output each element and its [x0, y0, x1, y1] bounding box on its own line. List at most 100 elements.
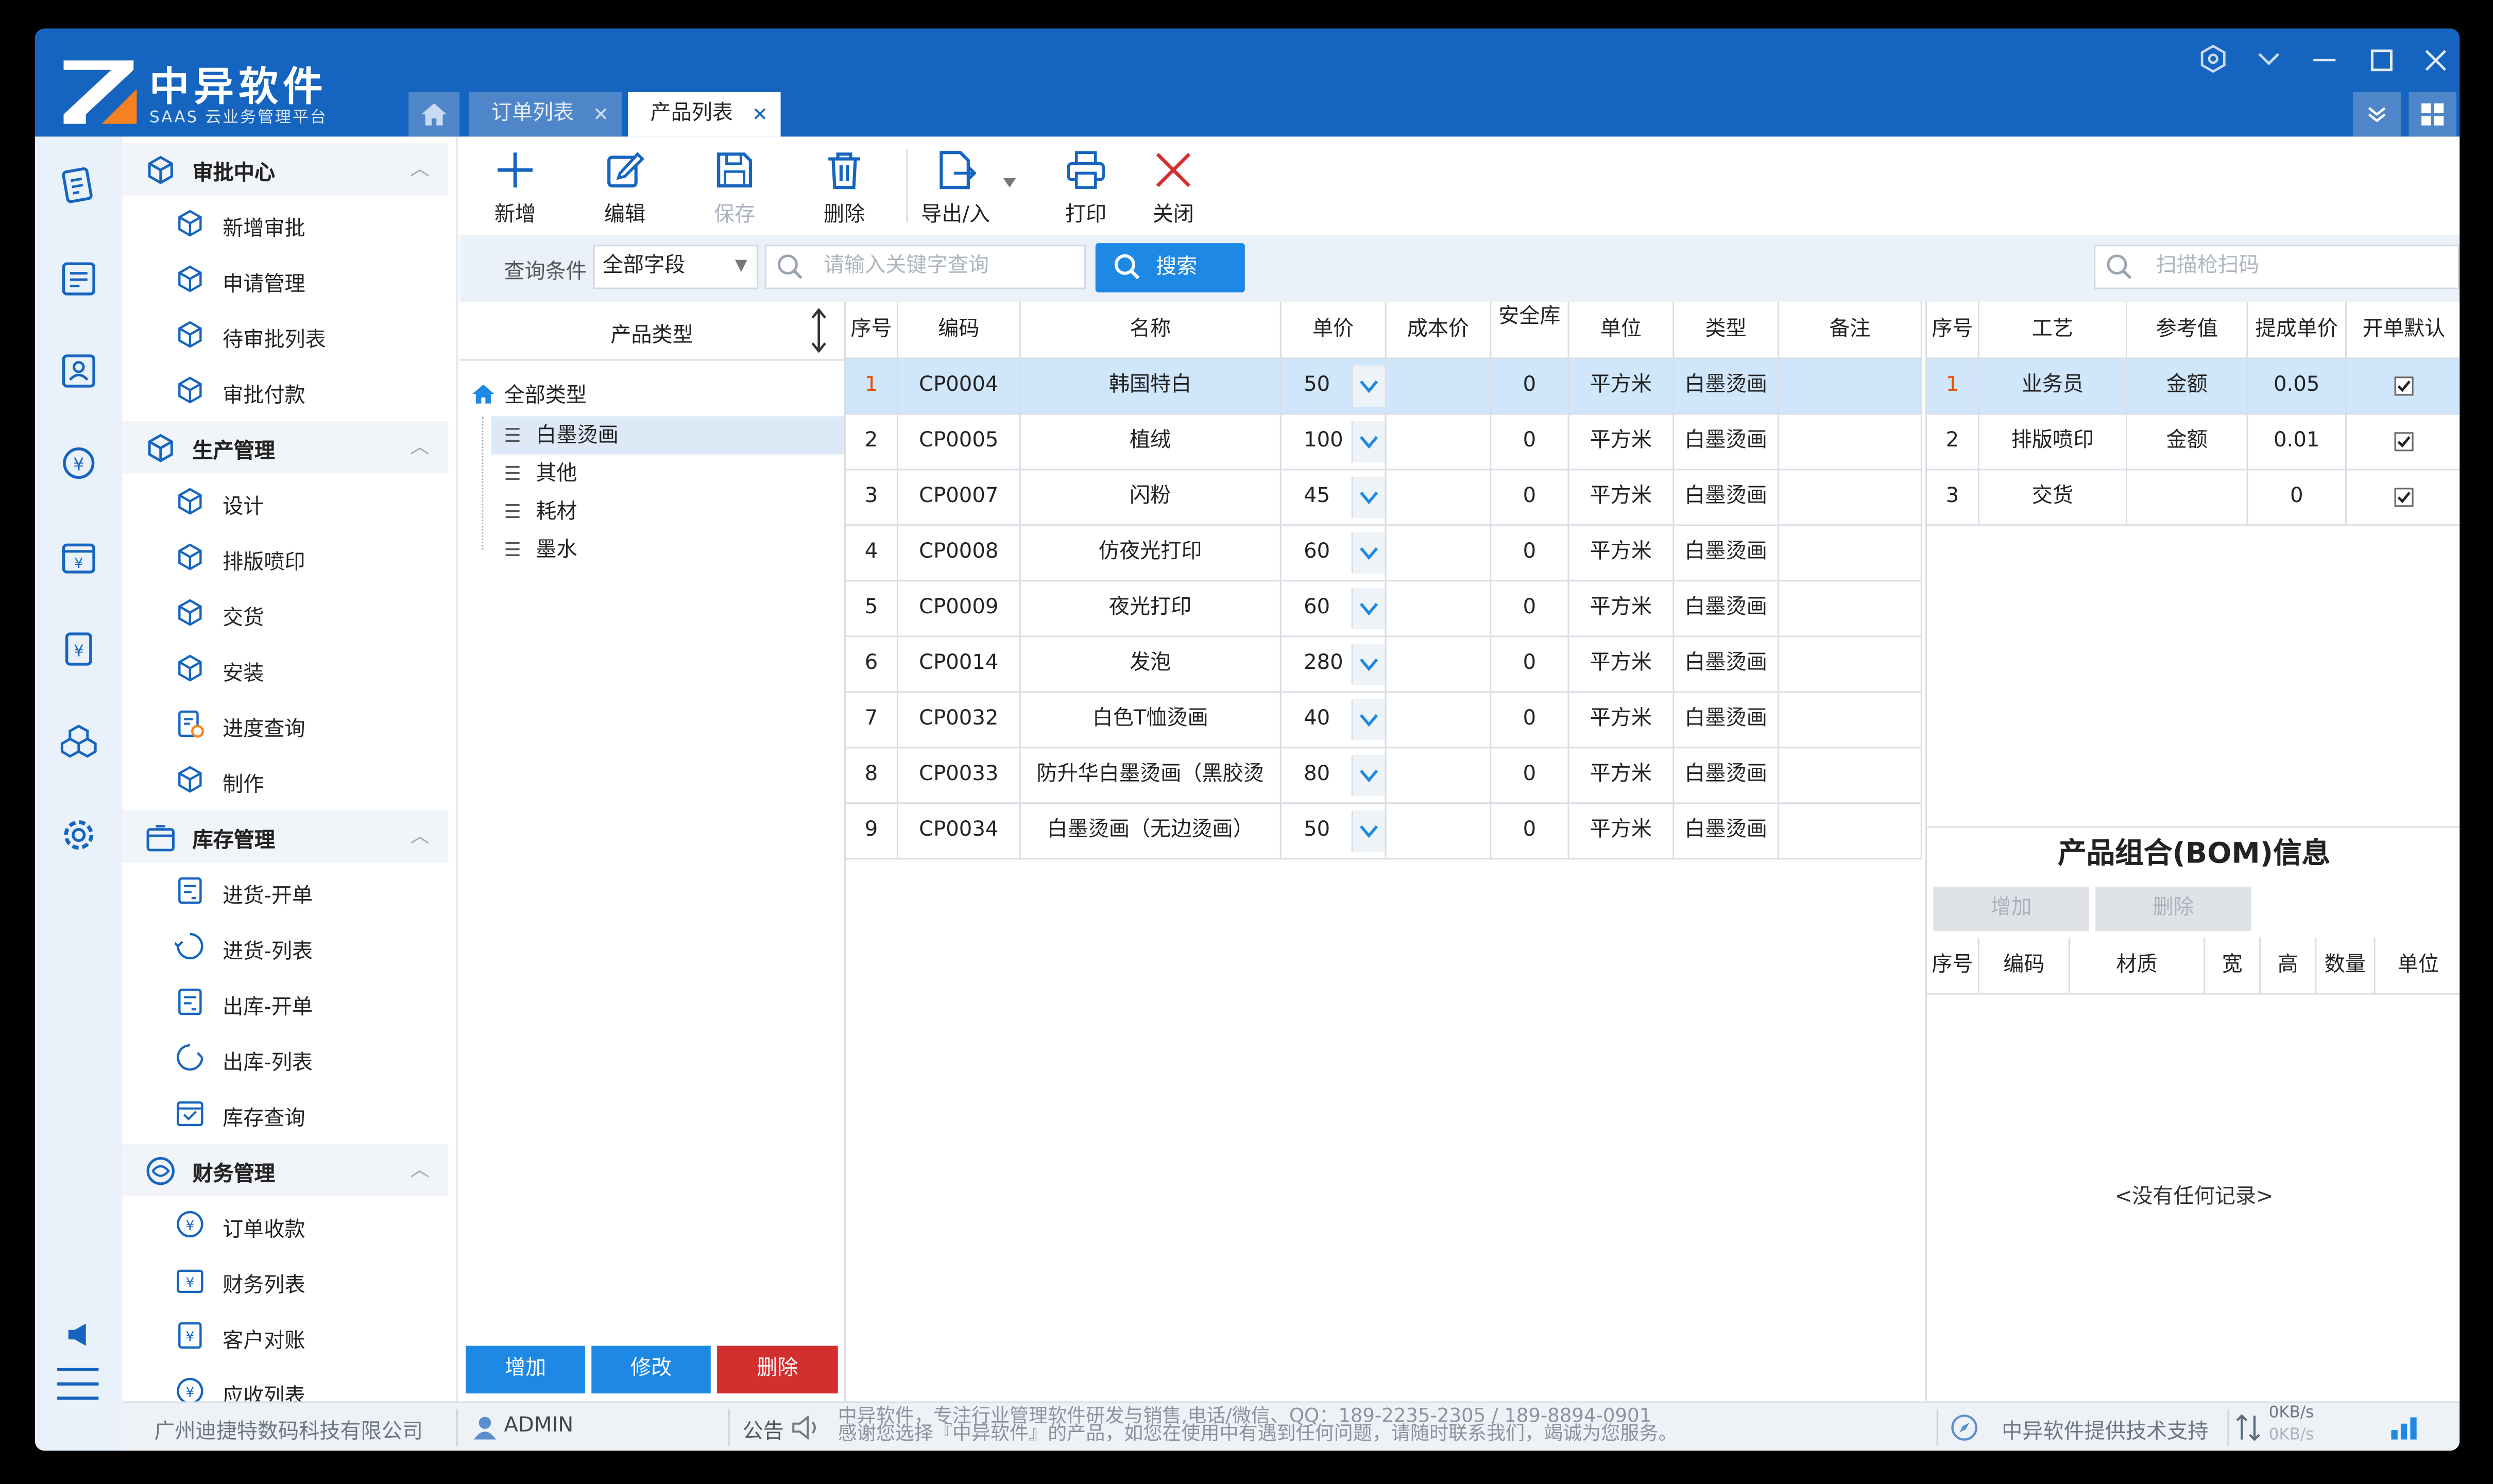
close-icon[interactable]: ✕ — [752, 92, 768, 136]
price-dropdown-button[interactable] — [1351, 476, 1385, 518]
table-row[interactable]: 9 CP0034 白墨烫画（无边烫画） 50 0 平方米 白墨烫画 — [846, 804, 1922, 860]
menu-item-approval-payment[interactable]: 审批付款 — [123, 367, 449, 415]
table-row[interactable]: 3 CP0007 闪粉 45 0 平方米 白墨烫画 — [846, 470, 1922, 526]
column-header[interactable]: 单位 — [2375, 938, 2460, 995]
price-dropdown-button[interactable] — [1351, 754, 1385, 796]
table-row[interactable]: 3 交货 0 — [1927, 470, 2460, 526]
table-row[interactable]: 4 CP0008 仿夜光打印 60 0 平方米 白墨烫画 — [846, 526, 1922, 582]
tree-node-consumables[interactable]: ☰ 耗材 — [504, 493, 577, 531]
settings-icon[interactable] — [2199, 44, 2228, 73]
menu-item-progress-query[interactable]: 进度查询 — [123, 701, 449, 749]
order-list-icon[interactable] — [59, 259, 98, 299]
menu-group-production[interactable]: 生产管理 ︿ — [122, 421, 449, 474]
column-header[interactable]: 数量 — [2316, 937, 2376, 995]
bar-chart-icon[interactable] — [2391, 1417, 2417, 1440]
price-dropdown-button[interactable] — [1351, 421, 1385, 462]
grid-menu-button[interactable] — [2409, 92, 2456, 137]
payment-cycle-icon[interactable]: ¥ — [59, 443, 98, 483]
search-button[interactable]: 搜索 — [1095, 243, 1245, 292]
default-checkbox[interactable] — [2394, 488, 2414, 507]
price-dropdown-button[interactable] — [1351, 810, 1385, 852]
tree-node-other[interactable]: ☰ 其他 — [504, 455, 577, 493]
tree-node-ink[interactable]: ☰ 墨水 — [504, 531, 577, 569]
tree-node-root[interactable]: 全部类型 — [472, 378, 587, 416]
finance-box-icon[interactable]: ¥ — [59, 537, 98, 577]
save-button[interactable]: 保存 — [695, 136, 774, 235]
default-checkbox[interactable] — [2394, 432, 2414, 452]
menu-item-customer-reconciliation[interactable]: ¥ 客户对账 — [123, 1313, 449, 1360]
column-header[interactable]: 参考值 — [2127, 302, 2248, 359]
chevron-down-icon[interactable] — [2258, 51, 2280, 67]
tree-modify-button[interactable]: 修改 — [591, 1345, 711, 1394]
edit-button[interactable]: 编辑 — [585, 136, 664, 235]
menu-item-application-management[interactable]: 申请管理 — [123, 256, 449, 304]
tree-add-button[interactable]: 增加 — [466, 1345, 585, 1394]
column-header[interactable]: 编码 — [1979, 937, 2070, 995]
minimize-icon[interactable] — [2313, 59, 2336, 62]
menu-item-installation[interactable]: 安装 — [123, 645, 449, 693]
menu-group-approval[interactable]: 审批中心 ︿ — [122, 143, 449, 196]
menu-item-purchase-list[interactable]: 进货-列表 — [123, 923, 449, 971]
column-header[interactable]: 序号 — [846, 302, 898, 359]
menu-item-delivery[interactable]: 交货 — [123, 590, 449, 637]
column-header[interactable]: 单位 — [1569, 302, 1675, 359]
chevron-up-icon[interactable]: ︿ — [410, 432, 429, 459]
customer-card-icon[interactable] — [59, 351, 98, 391]
sort-arrows-icon[interactable] — [811, 308, 827, 353]
invoice-icon[interactable]: ¥ — [59, 629, 98, 669]
table-row[interactable]: 7 CP0032 白色T恤烫画 40 0 平方米 白墨烫画 — [846, 693, 1922, 749]
caret-down-icon[interactable] — [1003, 178, 1016, 188]
cubes-icon[interactable] — [59, 721, 98, 761]
column-header[interactable]: 成本价 — [1386, 302, 1492, 359]
settings-gear-icon[interactable] — [59, 815, 98, 855]
menu-item-pending-approval[interactable]: 待审批列表 — [123, 312, 449, 359]
add-button[interactable]: 新增 — [475, 136, 555, 235]
menu-item-purchase-order[interactable]: 进货-开单 — [123, 868, 449, 916]
table-row[interactable]: 5 CP0009 夜光打印 60 0 平方米 白墨烫画 — [846, 581, 1922, 637]
delete-button[interactable]: 删除 — [805, 136, 884, 235]
price-dropdown-button[interactable] — [1351, 588, 1385, 629]
column-header[interactable]: 单价 — [1281, 302, 1387, 359]
column-header[interactable]: 类型 — [1674, 302, 1780, 359]
document-edit-icon[interactable] — [59, 165, 98, 205]
barcode-scan-input[interactable]: 扫描枪扫码 — [2094, 245, 2460, 289]
maximize-icon[interactable] — [2370, 49, 2393, 72]
menu-item-new-approval[interactable]: 新增审批 — [123, 200, 449, 248]
keyword-search-input[interactable]: 请输入关键字查询 — [764, 245, 1086, 289]
column-header[interactable]: 材质 — [2070, 937, 2206, 995]
column-header[interactable]: 工艺 — [1979, 302, 2128, 359]
menu-item-outbound-list[interactable]: 出库-列表 — [123, 1034, 449, 1082]
price-dropdown-button[interactable] — [1351, 365, 1385, 407]
tab-home[interactable] — [408, 92, 460, 137]
close-window-icon[interactable] — [2424, 49, 2447, 72]
print-button[interactable]: 打印 — [1046, 136, 1125, 235]
menu-item-receivables-list[interactable]: ¥ 应收列表 — [123, 1368, 449, 1402]
table-row[interactable]: 2 CP0005 植绒 100 0 平方米 白墨烫画 — [846, 415, 1922, 471]
menu-group-finance[interactable]: 财务管理 ︿ — [122, 1144, 449, 1197]
column-header[interactable]: 编码 — [898, 302, 1021, 359]
tab-product-list[interactable]: 产品列表 ✕ — [628, 92, 781, 137]
column-header[interactable]: 高 — [2261, 937, 2317, 995]
hamburger-menu-icon[interactable] — [56, 1365, 100, 1403]
bom-add-button[interactable]: 增加 — [1933, 886, 2089, 931]
table-row[interactable]: 6 CP0014 发泡 280 0 平方米 白墨烫画 — [846, 637, 1922, 693]
column-header[interactable]: 开单默认 — [2346, 302, 2460, 359]
tree-node-white-ink[interactable]: ☰ 白墨烫画 — [491, 416, 845, 455]
menu-item-production[interactable]: 制作 — [123, 756, 449, 804]
column-header[interactable]: 名称 — [1020, 302, 1282, 359]
table-row[interactable]: 2 排版喷印 金额 0.01 — [1927, 415, 2460, 471]
import-export-button[interactable]: 导出/入 — [916, 136, 995, 235]
menu-group-inventory[interactable]: 库存管理 ︿ — [122, 810, 449, 863]
table-row[interactable]: 1 CP0004 韩国特白 50 0 平方米 白墨烫画 — [846, 359, 1922, 415]
price-dropdown-button[interactable] — [1351, 699, 1385, 740]
close-icon[interactable]: ✕ — [593, 92, 609, 136]
price-dropdown-button[interactable] — [1351, 643, 1385, 685]
column-header[interactable]: 序号 — [1927, 937, 1979, 995]
column-header[interactable]: 提成单价 — [2248, 302, 2347, 359]
query-field-select[interactable]: 全部字段 ▼ — [593, 245, 759, 289]
default-checkbox[interactable] — [2394, 376, 2414, 396]
chevron-up-icon[interactable]: ︿ — [410, 1155, 429, 1182]
menu-item-finance-list[interactable]: ¥ 财务列表 — [123, 1257, 449, 1305]
column-header[interactable]: 安全库 — [1491, 302, 1569, 359]
menu-item-order-receipt[interactable]: ¥ 订单收款 — [123, 1201, 449, 1249]
